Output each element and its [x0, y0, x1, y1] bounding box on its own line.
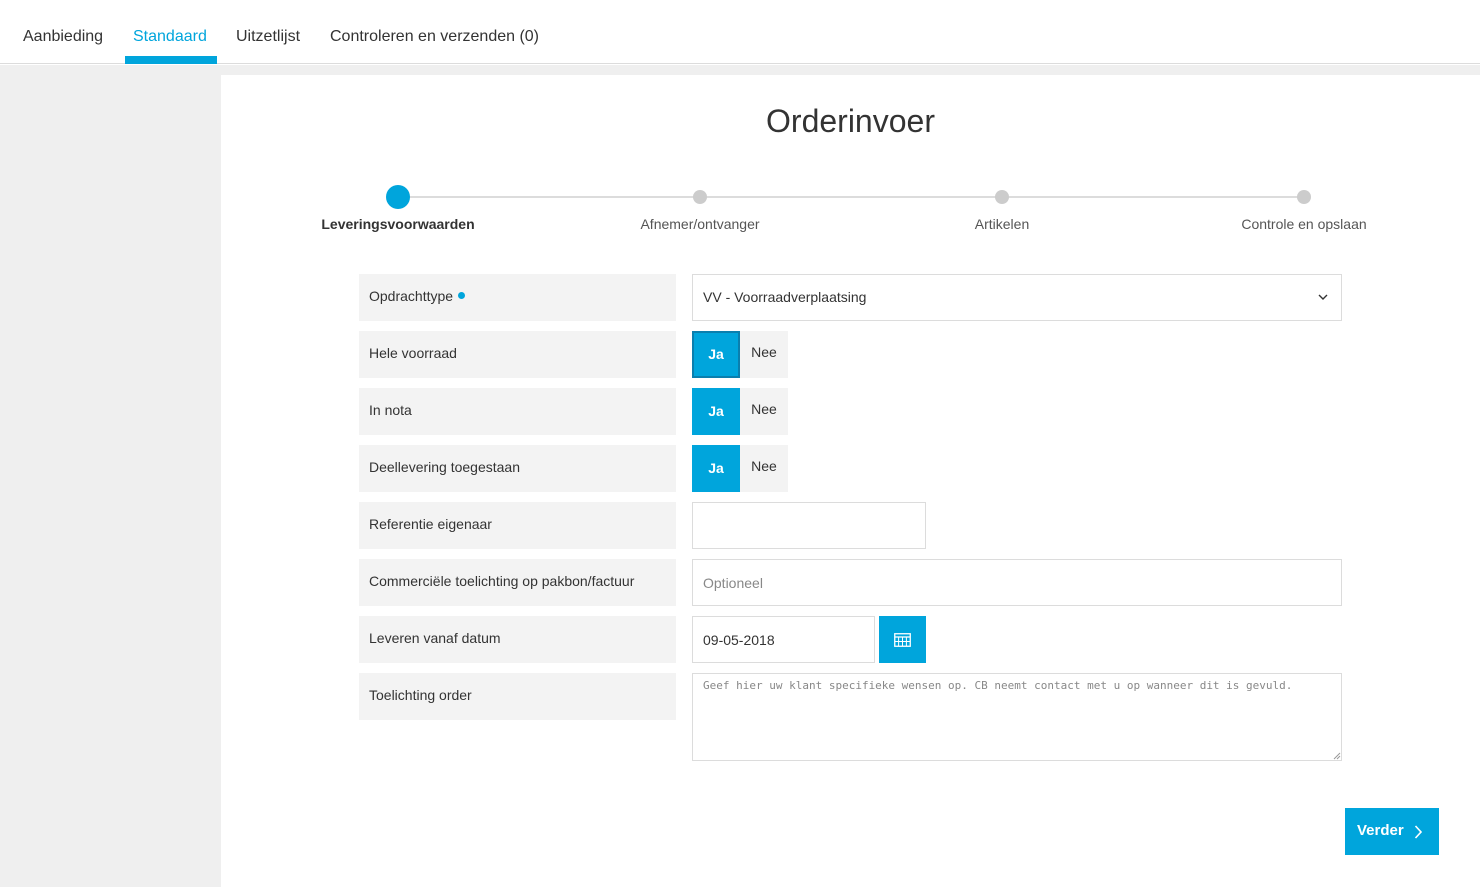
verder-button[interactable]: Verder — [1345, 808, 1439, 855]
toelichting-order-label: Toelichting order — [359, 673, 676, 720]
in-nota-nee-button[interactable]: Nee — [740, 388, 788, 435]
referentie-eigenaar-input[interactable] — [692, 502, 926, 549]
main-content: Orderinvoer Leveringsvoorwaarden Afnemer… — [221, 75, 1480, 887]
hele-voorraad-ja-button[interactable]: Ja — [692, 331, 740, 378]
tab-uitzetlijst[interactable]: Uitzetlijst — [236, 0, 300, 64]
resize-grip-icon[interactable] — [1333, 752, 1341, 760]
calendar-button[interactable] — [879, 616, 926, 663]
tab-standaard[interactable]: Standaard — [133, 0, 207, 64]
step-label-afnemer-ontvanger: Afnemer/ontvanger — [640, 216, 760, 232]
step-dot-controle-en-opslaan[interactable] — [1297, 190, 1311, 204]
deellevering-nee-button[interactable]: Nee — [740, 445, 788, 492]
leveren-vanaf-datum-label: Leveren vanaf datum — [359, 616, 676, 663]
commerciele-toelichting-input[interactable] — [692, 559, 1342, 606]
tab-aanbieding[interactable]: Aanbieding — [23, 0, 103, 64]
step-label-artikelen: Artikelen — [974, 216, 1030, 232]
hele-voorraad-toggle: Ja Nee — [692, 331, 788, 378]
in-nota-label: In nota — [359, 388, 676, 435]
step-label-controle-en-opslaan: Controle en opslaan — [1241, 216, 1367, 232]
step-dot-artikelen[interactable] — [995, 190, 1009, 204]
page-title: Orderinvoer — [766, 103, 935, 139]
referentie-eigenaar-label: Referentie eigenaar — [359, 502, 676, 549]
chevron-down-icon — [1318, 294, 1328, 300]
chevron-right-icon — [1414, 825, 1422, 839]
hele-voorraad-label: Hele voorraad — [359, 331, 676, 378]
opdrachttype-select[interactable]: VV - Voorraadverplaatsing — [692, 274, 1342, 321]
deellevering-label: Deellevering toegestaan — [359, 445, 676, 492]
in-nota-ja-button[interactable]: Ja — [692, 388, 740, 435]
active-tab-indicator — [125, 56, 217, 64]
calendar-icon — [894, 633, 911, 647]
opdrachttype-label: Opdrachttype — [359, 274, 676, 321]
in-nota-toggle: Ja Nee — [692, 388, 788, 435]
required-indicator — [458, 292, 466, 299]
hele-voorraad-nee-button[interactable]: Nee — [740, 331, 788, 378]
leveren-vanaf-datum-input[interactable] — [692, 616, 875, 663]
verder-button-label: Verder — [1357, 822, 1404, 839]
tab-controleren-en-verzenden[interactable]: Controleren en verzenden (0) — [330, 0, 539, 64]
commerciele-toelichting-label: Commerciële toelichting op pakbon/factuu… — [359, 559, 676, 606]
deellevering-ja-button[interactable]: Ja — [692, 445, 740, 492]
toelichting-order-textarea[interactable] — [692, 673, 1342, 761]
step-dot-leveringsvoorwaarden[interactable] — [386, 185, 410, 209]
step-label-leveringsvoorwaarden: Leveringsvoorwaarden — [321, 216, 475, 232]
opdrachttype-value: VV - Voorraadverplaatsing — [703, 289, 867, 305]
step-dot-afnemer-ontvanger[interactable] — [693, 190, 707, 204]
opdrachttype-label-text: Opdrachttype — [369, 288, 454, 304]
stepper-line — [398, 196, 1304, 198]
top-tab-bar: Aanbieding Standaard Uitzetlijst Control… — [0, 0, 1480, 64]
deellevering-toggle: Ja Nee — [692, 445, 788, 492]
